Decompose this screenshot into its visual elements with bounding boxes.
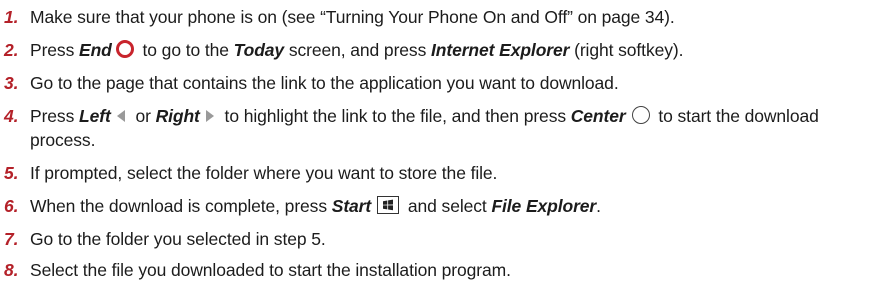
- center-key-icon: [631, 106, 650, 125]
- step-text: When the download is complete, press Sta…: [30, 196, 601, 216]
- step-8: 8. Select the file you downloaded to sta…: [0, 258, 872, 282]
- step-2: 2. Press End to go to the Today screen, …: [0, 38, 872, 62]
- file-explorer-label: File Explorer: [491, 196, 597, 216]
- step-text: If prompted, select the folder where you…: [30, 163, 498, 183]
- left-arrow-key-icon: [116, 110, 125, 123]
- center-key-label: Center: [570, 106, 626, 126]
- internet-explorer-label: Internet Explorer: [431, 40, 570, 60]
- step-number: 1.: [4, 7, 19, 27]
- step-number: 3.: [4, 73, 19, 93]
- step-number: 5.: [4, 163, 19, 183]
- step-text: Go to the folder you selected in step 5.: [30, 229, 326, 249]
- end-key-label: End: [79, 40, 112, 60]
- step-4: 4. Press Left or Right to highlight the …: [0, 104, 872, 152]
- today-screen-label: Today: [233, 40, 285, 60]
- start-key-label: Start: [331, 196, 372, 216]
- instruction-steps: 1. Make sure that your phone is on (see …: [0, 5, 872, 282]
- step-text: Select the file you downloaded to start …: [30, 260, 511, 280]
- step-number: 4.: [4, 106, 19, 126]
- right-arrow-key-icon: [205, 110, 214, 123]
- step-number: 8.: [4, 260, 19, 280]
- step-number: 2.: [4, 40, 19, 60]
- step-3: 3. Go to the page that contains the link…: [0, 71, 872, 95]
- step-text: Go to the page that contains the link to…: [30, 73, 619, 93]
- left-key-label: Left: [79, 106, 111, 126]
- step-5: 5. If prompted, select the folder where …: [0, 161, 872, 185]
- step-1: 1. Make sure that your phone is on (see …: [0, 5, 872, 29]
- step-text: Make sure that your phone is on (see “Tu…: [30, 7, 675, 27]
- step-number: 7.: [4, 229, 19, 249]
- windows-start-key-icon: [377, 196, 400, 215]
- step-number: 6.: [4, 196, 19, 216]
- step-text: Press Left or Right to highlight the lin…: [30, 106, 819, 150]
- step-text: Press End to go to the Today screen, and…: [30, 40, 684, 60]
- step-7: 7. Go to the folder you selected in step…: [0, 227, 872, 251]
- right-key-label: Right: [155, 106, 200, 126]
- step-6: 6. When the download is complete, press …: [0, 194, 872, 218]
- end-key-icon: [115, 40, 134, 59]
